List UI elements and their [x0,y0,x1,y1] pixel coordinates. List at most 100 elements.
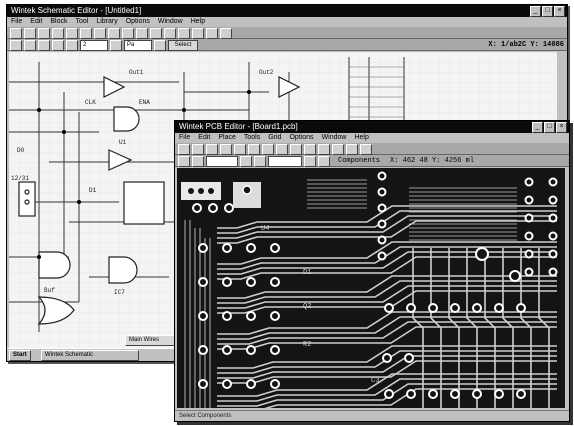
delete-icon[interactable] [66,40,78,51]
solder-pad [384,303,394,313]
pcb-title-bar[interactable]: Wintek PCB Editor - [Board1.pcb] _ □ × [175,121,569,133]
rotate-icon[interactable] [38,40,50,51]
zoom-out-icon[interactable] [136,28,148,39]
layer-select[interactable] [206,156,238,167]
pcb-menu-help[interactable]: Help [354,133,368,143]
net-label: U1 [119,139,127,146]
copy-icon[interactable] [80,28,92,39]
solder-pad [406,303,416,313]
drc-icon[interactable] [360,144,372,155]
schematic-menu-help[interactable]: Help [191,17,205,27]
net-label: ENA [139,99,150,106]
net-label: Out2 [259,69,274,76]
print-icon[interactable] [220,144,232,155]
pcb-menu-window[interactable]: Window [322,133,347,143]
close-icon[interactable]: × [556,122,567,133]
cursor-coordinates: X: 1/ab2C Y: 14086 [488,41,564,49]
copy-icon[interactable] [248,144,260,155]
zoom-in-icon[interactable] [122,28,134,39]
pcb-menu-file[interactable]: File [179,133,190,143]
open-icon[interactable] [24,28,36,39]
part-icon[interactable] [206,28,218,39]
pcb-status-bar: Select Components [175,410,569,421]
net-label: IC7 [114,289,125,296]
copper-trace [217,275,557,299]
solder-pad [270,277,280,287]
solder-pad [377,187,387,197]
solder-pad [198,379,208,389]
pcb-menu-edit[interactable]: Edit [198,133,210,143]
pcb-canvas[interactable]: D1 Q2 R2 C3 U4 [177,168,565,408]
paste-icon[interactable] [94,28,106,39]
solder-pad [509,270,521,282]
minimize-icon[interactable]: _ [532,122,543,133]
schematic-menu-block[interactable]: Block [50,17,67,27]
pin-type-select[interactable]: Pa [124,40,152,51]
move-icon[interactable] [24,40,36,51]
pcb-menu-grid[interactable]: Grid [268,133,281,143]
new-icon[interactable] [178,144,190,155]
net-label: D0 [17,147,25,154]
net-label: Out1 [129,69,144,76]
via-icon[interactable] [318,144,330,155]
pcb-menu-tools[interactable]: Tools [244,133,260,143]
snap-icon[interactable] [318,156,330,167]
cut-icon[interactable] [234,144,246,155]
schematic-menu-window[interactable]: Window [158,17,183,27]
junction-icon[interactable] [178,28,190,39]
sheet-select[interactable]: 2 [80,40,108,51]
solder-pad [428,303,438,313]
undo-icon[interactable] [108,28,120,39]
open-icon[interactable] [192,144,204,155]
minimize-icon[interactable]: _ [530,6,541,17]
route-icon[interactable] [304,144,316,155]
new-icon[interactable] [10,28,22,39]
pcb-window[interactable]: Wintek PCB Editor - [Board1.pcb] _ □ × F… [174,120,570,422]
cut-icon[interactable] [66,28,78,39]
grid-icon[interactable] [220,28,232,39]
select-button[interactable]: Select [168,40,198,51]
component-block [181,182,261,208]
paste-icon[interactable] [262,144,274,155]
pad-icon[interactable] [332,144,344,155]
schematic-menu-tool[interactable]: Tool [75,17,88,27]
taskbar-schematic-app[interactable]: Wintek Schematic [41,350,139,361]
net-label: 12/31 [11,175,29,182]
chevron-down-icon[interactable] [304,156,316,167]
save-icon[interactable] [38,28,50,39]
copper-trace [217,311,557,335]
maximize-icon[interactable]: □ [542,6,553,17]
grid-select[interactable] [268,156,302,167]
select-icon[interactable] [10,40,22,51]
schematic-menu-file[interactable]: File [11,17,22,27]
wire-icon[interactable] [150,28,162,39]
pcb-menu-place[interactable]: Place [218,133,236,143]
schematic-menu-library[interactable]: Library [96,17,117,27]
solder-pad [524,267,534,277]
start-button[interactable]: Start [9,350,31,361]
select-icon[interactable] [178,156,190,167]
pcb-toolbar [175,143,569,155]
pcb-menu-options[interactable]: Options [289,133,313,143]
mirror-icon[interactable] [52,40,64,51]
close-icon[interactable]: × [554,6,565,17]
save-icon[interactable] [206,144,218,155]
chevron-down-icon[interactable] [154,40,166,51]
zoom-in-icon[interactable] [276,144,288,155]
label-icon[interactable] [192,28,204,39]
chevron-down-icon[interactable] [110,40,122,51]
layer-icon[interactable] [346,144,358,155]
maximize-icon[interactable]: □ [544,122,555,133]
chevron-down-icon[interactable] [240,156,252,167]
schematic-menu-options[interactable]: Options [126,17,150,27]
schematic-menu-edit[interactable]: Edit [30,17,42,27]
bus-icon[interactable] [164,28,176,39]
print-icon[interactable] [52,28,64,39]
zoom-out-icon[interactable] [290,144,302,155]
solder-pad [450,303,460,313]
schematic-title-bar[interactable]: Wintek Schematic Editor - [Untitled1] _ … [7,5,567,17]
move-icon[interactable] [192,156,204,167]
grid-icon[interactable] [254,156,266,167]
solder-pad [224,203,234,213]
solder-pad [524,249,534,259]
